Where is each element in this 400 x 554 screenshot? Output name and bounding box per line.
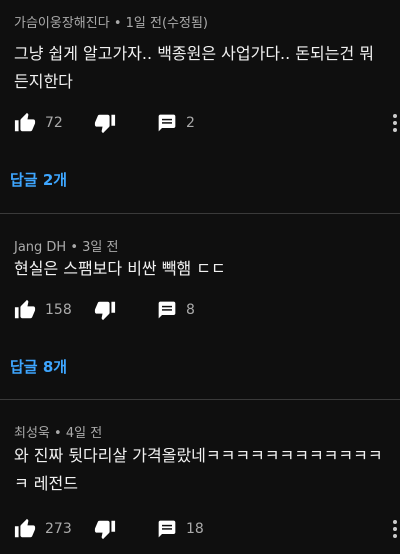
comment-time: 3일 전	[82, 240, 119, 255]
comment-time: 1일 전(수정됨)	[125, 16, 208, 31]
dislike-button[interactable]	[94, 111, 116, 135]
comment-actions: 273 18	[0, 517, 400, 541]
comment-time: 4일 전	[65, 426, 103, 441]
comment-2: Jang DH • 3일 전 현실은 스팸보다 비싼 빽햄 ㄷㄷ 158 8 답…	[0, 214, 400, 399]
thumbs-up-icon	[14, 112, 36, 132]
meta-separator: •	[109, 16, 126, 31]
comment-3: 최성욱 • 4일 전 와 진짜 뒷다리살 가격올랐네ㅋㅋㅋㅋㅋㅋㅋㅋㅋㅋㅋㅋㅋ …	[0, 400, 400, 554]
more-vertical-icon[interactable]	[392, 113, 398, 133]
comment-actions: 72 2	[0, 111, 400, 135]
like-count: 72	[45, 115, 63, 131]
meta-separator: •	[49, 426, 66, 441]
comment-author[interactable]: 가슴이웅장해진다	[14, 16, 110, 31]
like-button[interactable]: 158	[14, 298, 72, 322]
comment-meta: 최성욱 • 4일 전	[14, 422, 102, 441]
comment-author[interactable]: 최성욱	[14, 426, 50, 441]
like-count: 273	[45, 521, 72, 537]
comment-text: 현실은 스팸보다 비싼 빽햄 ㄷㄷ	[14, 259, 226, 278]
comment-icon	[158, 114, 176, 132]
comment-text: 와 진짜 뒷다리살 가격올랐네ㅋㅋㅋㅋㅋㅋㅋㅋㅋㅋㅋㅋㅋ 레전드	[14, 446, 383, 493]
like-count: 158	[45, 302, 72, 318]
comment-1: 가슴이웅장해진다 • 1일 전(수정됨) 그냥 쉽게 알고가자.. 백종원은 사…	[0, 0, 400, 210]
view-replies-link[interactable]: 답글 2개	[10, 169, 67, 190]
comment-icon	[158, 520, 176, 538]
comment-meta: Jang DH • 3일 전	[14, 236, 118, 255]
thumbs-up-icon	[14, 518, 36, 538]
comment-author[interactable]: Jang DH	[14, 240, 66, 255]
reply-count: 8	[186, 302, 195, 318]
reply-count: 18	[186, 521, 204, 537]
thumbs-down-icon	[94, 520, 116, 540]
more-vertical-icon[interactable]	[392, 519, 398, 539]
reply-button[interactable]: 18	[157, 517, 204, 541]
dislike-button[interactable]	[94, 298, 116, 322]
reply-button[interactable]: 8	[157, 298, 195, 322]
comment-icon	[158, 301, 176, 319]
reply-button[interactable]: 2	[157, 111, 195, 135]
dislike-button[interactable]	[94, 517, 116, 541]
comment-actions: 158 8	[0, 298, 400, 322]
comment-text: 그냥 쉽게 알고가자.. 백종원은 사업가다.. 돈되는건 뭐든지한다	[14, 44, 374, 91]
thumbs-up-icon	[14, 299, 36, 319]
like-button[interactable]: 273	[14, 517, 72, 541]
reply-count: 2	[186, 115, 195, 131]
comment-meta: 가슴이웅장해진다 • 1일 전(수정됨)	[14, 12, 208, 31]
like-button[interactable]: 72	[14, 111, 63, 135]
view-replies-link[interactable]: 답글 8개	[10, 356, 67, 377]
thumbs-down-icon	[94, 301, 116, 321]
meta-separator: •	[66, 240, 83, 255]
thumbs-down-icon	[94, 114, 116, 134]
